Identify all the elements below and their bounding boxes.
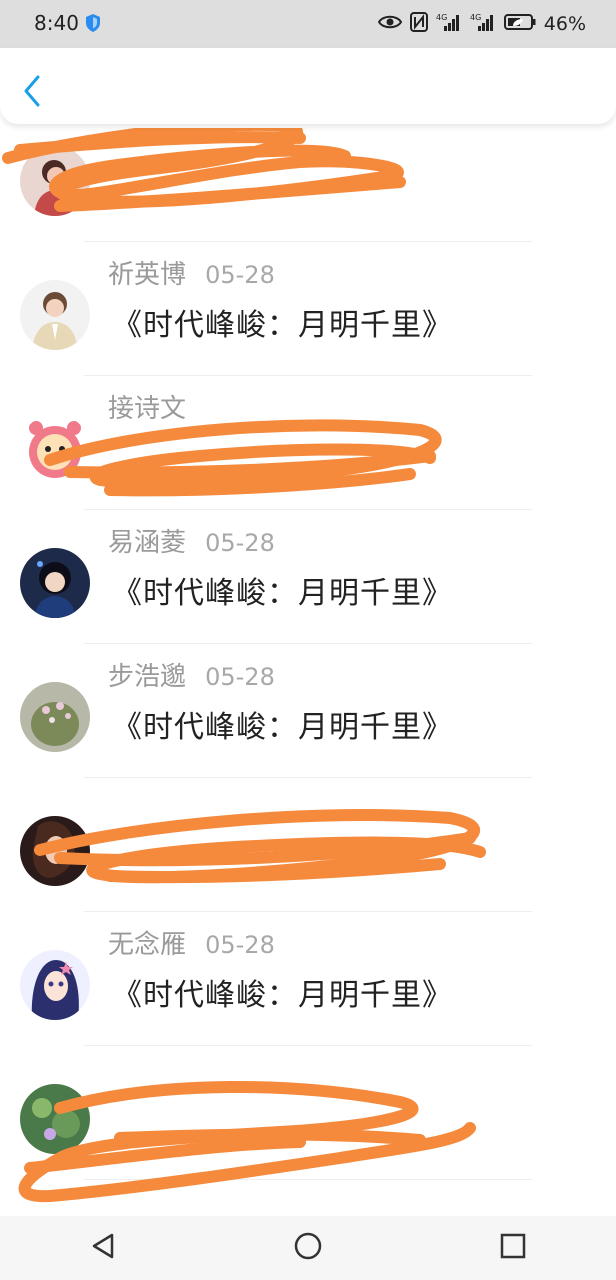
list-item[interactable]: 祈英博 05-28 《时代峰峻：月明千里》 bbox=[0, 242, 616, 376]
avatar[interactable] bbox=[20, 950, 90, 1020]
svg-text:4G: 4G bbox=[436, 13, 447, 22]
list-item[interactable] bbox=[0, 1180, 616, 1216]
post-date: 05-28 bbox=[205, 529, 275, 557]
avatar[interactable] bbox=[20, 1084, 90, 1154]
back-triangle-icon[interactable] bbox=[88, 1231, 118, 1265]
screen: 8:40 4G 4G 46% 祈英博 05-28 《时代峰峻：月明千里》 接诗文… bbox=[0, 0, 616, 1280]
list-item[interactable]: 步浩邈 05-28 《时代峰峻：月明千里》 bbox=[0, 644, 616, 778]
top-header bbox=[0, 48, 616, 124]
user-name: 步浩邈 bbox=[108, 662, 187, 692]
name-line bbox=[108, 1192, 122, 1216]
name-line: 无念雁 05-28 bbox=[108, 924, 275, 961]
list-item[interactable] bbox=[0, 128, 616, 242]
avatar[interactable] bbox=[20, 414, 90, 484]
avatar[interactable] bbox=[20, 280, 90, 350]
chevron-left-icon[interactable] bbox=[20, 74, 44, 112]
name-line: 祈英博 05-28 bbox=[108, 254, 275, 291]
battery-percentage: 46% bbox=[543, 13, 586, 35]
message-text: 《时代峰峻：月明千里》 bbox=[112, 308, 453, 343]
post-date: 05-28 bbox=[205, 931, 275, 959]
list-item[interactable] bbox=[0, 778, 616, 912]
user-name: 易涵菱 bbox=[108, 528, 187, 558]
avatar[interactable] bbox=[20, 816, 90, 886]
name-line: 步浩邈 05-28 bbox=[108, 656, 275, 693]
message-text: 《时代峰峻：月明千里》 bbox=[112, 576, 453, 611]
user-name: 接诗文 bbox=[108, 394, 187, 424]
contact-list: 祈英博 05-28 《时代峰峻：月明千里》 接诗文 易涵菱 05-28 《时代峰… bbox=[0, 128, 616, 1216]
list-item[interactable]: 接诗文 bbox=[0, 376, 616, 510]
message-text: 《时代峰峻：月明千里》 bbox=[112, 710, 453, 745]
eye-icon bbox=[377, 14, 402, 34]
list-item[interactable]: 易涵菱 05-28 《时代峰峻：月明千里》 bbox=[0, 510, 616, 644]
list-item[interactable] bbox=[0, 1046, 616, 1180]
user-name: 祈英博 bbox=[108, 260, 187, 290]
nfc-icon bbox=[409, 12, 428, 36]
avatar[interactable] bbox=[20, 548, 90, 618]
status-icons: 4G 4G 46% bbox=[377, 12, 586, 36]
signal-4g-icon-2: 4G bbox=[470, 12, 496, 36]
avatar[interactable] bbox=[20, 146, 90, 216]
status-bar: 8:40 4G 4G 46% bbox=[0, 0, 616, 48]
svg-text:4G: 4G bbox=[470, 13, 481, 22]
signal-4g-icon: 4G bbox=[436, 12, 462, 36]
avatar[interactable] bbox=[20, 682, 90, 752]
name-line bbox=[108, 790, 122, 820]
name-line bbox=[108, 128, 122, 150]
message-text: 《时代峰峻：月明千里》 bbox=[112, 978, 453, 1013]
home-circle-icon[interactable] bbox=[293, 1231, 323, 1265]
user-name: 无念雁 bbox=[108, 930, 187, 960]
recents-square-icon[interactable] bbox=[498, 1231, 528, 1265]
shield-icon bbox=[84, 13, 102, 37]
status-time: 8:40 bbox=[34, 11, 79, 35]
list-item[interactable]: 无念雁 05-28 《时代峰峻：月明千里》 bbox=[0, 912, 616, 1046]
navigation-bar bbox=[0, 1216, 616, 1280]
name-line bbox=[108, 1058, 122, 1088]
name-line: 接诗文 bbox=[108, 388, 200, 425]
name-line: 易涵菱 05-28 bbox=[108, 522, 275, 559]
post-date: 05-28 bbox=[205, 261, 275, 289]
post-date: 05-28 bbox=[205, 663, 275, 691]
battery-icon bbox=[503, 13, 536, 35]
